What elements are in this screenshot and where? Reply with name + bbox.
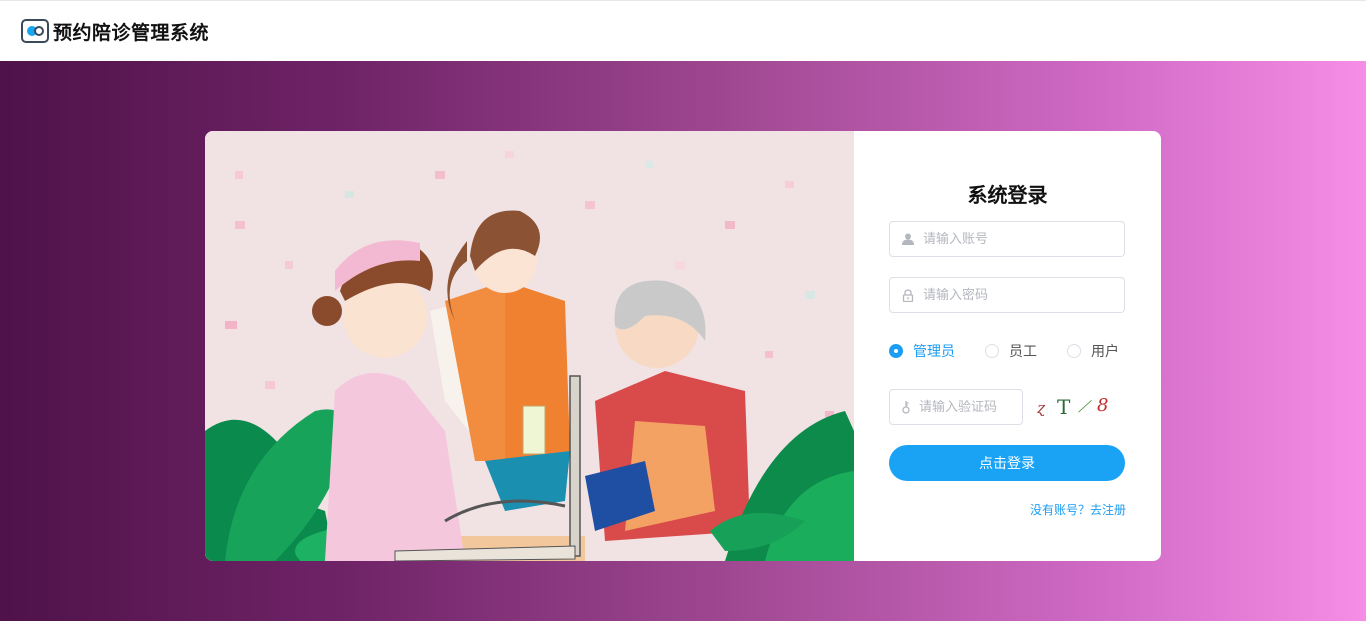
login-panel: 系统登录 管理员 员工 用户 <box>854 131 1161 561</box>
lock-icon <box>901 288 915 302</box>
username-field[interactable] <box>889 221 1125 257</box>
role-staff-radio[interactable]: 员工 <box>985 341 1037 361</box>
accompany-illustration <box>205 131 854 561</box>
captcha-char: ɀ <box>1037 399 1045 417</box>
role-label: 管理员 <box>913 344 955 360</box>
login-card: 系统登录 管理员 员工 用户 <box>205 131 1161 561</box>
app-title: 预约陪诊管理系统 <box>53 21 210 44</box>
role-label: 员工 <box>1009 344 1037 360</box>
captcha-char: 8 <box>1097 395 1109 416</box>
radio-circle[interactable] <box>889 344 903 358</box>
radio-circle[interactable] <box>985 344 999 358</box>
login-title: 系统登录 <box>967 183 1048 207</box>
role-user-radio[interactable]: 用户 <box>1067 341 1119 361</box>
role-admin-radio[interactable]: 管理员 <box>889 341 955 361</box>
role-radio-group: 管理员 员工 用户 <box>889 341 1149 361</box>
captcha-char: ⟋ <box>1078 397 1090 416</box>
top-bar: 预约陪诊管理系统 <box>0 0 1366 61</box>
role-label: 用户 <box>1091 344 1119 360</box>
login-button[interactable]: 点击登录 <box>889 445 1125 481</box>
key-icon <box>901 400 911 414</box>
radio-circle[interactable] <box>1067 344 1081 358</box>
captcha-image[interactable]: ɀ T ⟋ 8 <box>1035 393 1115 421</box>
captcha-field[interactable] <box>889 389 1089 425</box>
captcha-char: T <box>1057 395 1071 419</box>
username-input[interactable] <box>923 224 1124 254</box>
password-field[interactable] <box>889 277 1125 313</box>
register-link[interactable]: 没有账号？去注册 <box>1030 501 1126 518</box>
password-input[interactable] <box>923 280 1124 310</box>
user-icon <box>901 232 915 246</box>
logo-icon <box>21 19 49 43</box>
